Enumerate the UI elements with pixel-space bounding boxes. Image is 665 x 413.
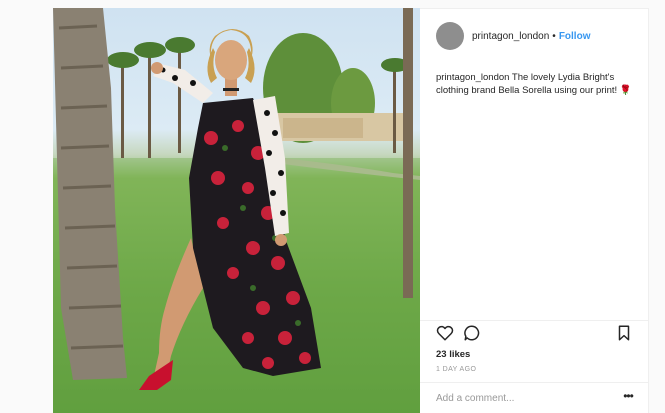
actions-divider xyxy=(420,320,648,321)
rose-emoji-icon: 🌹 xyxy=(619,85,632,96)
comment-divider xyxy=(420,382,648,383)
follow-button[interactable]: Follow xyxy=(559,31,591,42)
avatar[interactable] xyxy=(436,22,464,50)
post-side-panel: printagon_london • Follow printagon_lond… xyxy=(420,8,649,413)
speech-bubble-icon[interactable] xyxy=(463,324,481,342)
instagram-post-view: printagon_london • Follow printagon_lond… xyxy=(0,0,665,413)
comment-input[interactable] xyxy=(434,390,613,406)
bookmark-outline-icon[interactable] xyxy=(615,324,633,342)
post-photo[interactable] xyxy=(53,8,420,413)
heart-outline-icon[interactable] xyxy=(436,324,454,342)
post-header: printagon_london • Follow xyxy=(420,9,648,63)
header-separator: • xyxy=(552,30,556,42)
header-username[interactable]: printagon_london xyxy=(472,31,549,42)
action-bar xyxy=(420,324,648,346)
photo-illustration xyxy=(53,8,420,413)
more-options-icon[interactable]: ••• xyxy=(620,390,636,404)
likes-count[interactable]: 23 likes xyxy=(436,349,470,360)
caption-username[interactable]: printagon_london xyxy=(436,72,509,83)
post-caption: printagon_london The lovely Lydia Bright… xyxy=(436,71,636,97)
post-timestamp: 1 DAY AGO xyxy=(436,366,477,373)
